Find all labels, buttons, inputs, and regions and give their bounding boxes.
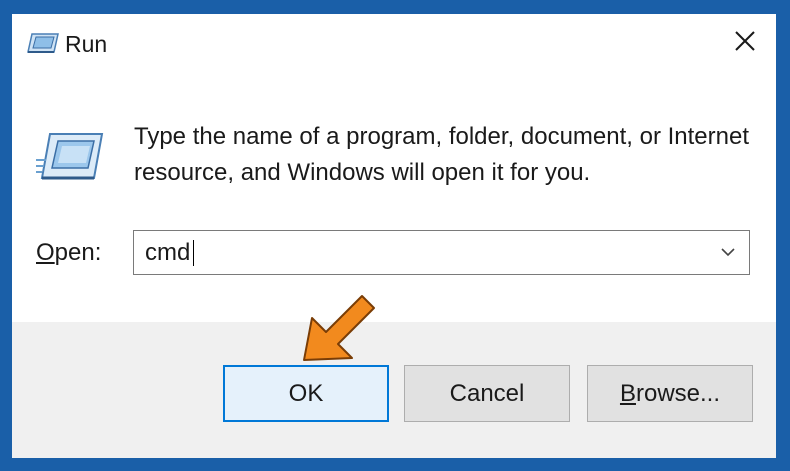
cancel-button[interactable]: Cancel — [404, 365, 570, 422]
close-button[interactable] — [714, 14, 776, 72]
browse-accelerator: B — [619, 379, 636, 407]
title-bar: Run — [12, 14, 776, 76]
open-combobox[interactable] — [133, 230, 750, 275]
browse-button[interactable]: Browse... — [587, 365, 753, 422]
dialog-description: Type the name of a program, folder, docu… — [134, 123, 750, 186]
dialog-body: Type the name of a program, folder, docu… — [12, 76, 776, 322]
open-label: Open: — [36, 239, 101, 267]
window-title: Run — [65, 31, 108, 57]
chevron-down-icon — [720, 244, 736, 262]
open-label-accelerator: O — [36, 239, 55, 266]
browse-label: rowse... — [635, 379, 721, 407]
run-icon — [26, 32, 60, 54]
open-input[interactable] — [134, 231, 704, 274]
run-program-icon — [36, 128, 106, 186]
ok-button[interactable]: OK — [223, 365, 389, 422]
run-dialog: Run Type the name of a program, folder, … — [12, 14, 776, 458]
close-icon — [734, 30, 756, 57]
open-label-text: pen: — [54, 239, 102, 266]
text-caret — [193, 240, 194, 266]
dropdown-button[interactable] — [715, 241, 741, 265]
button-bar: OK Cancel Browse... — [12, 322, 776, 458]
